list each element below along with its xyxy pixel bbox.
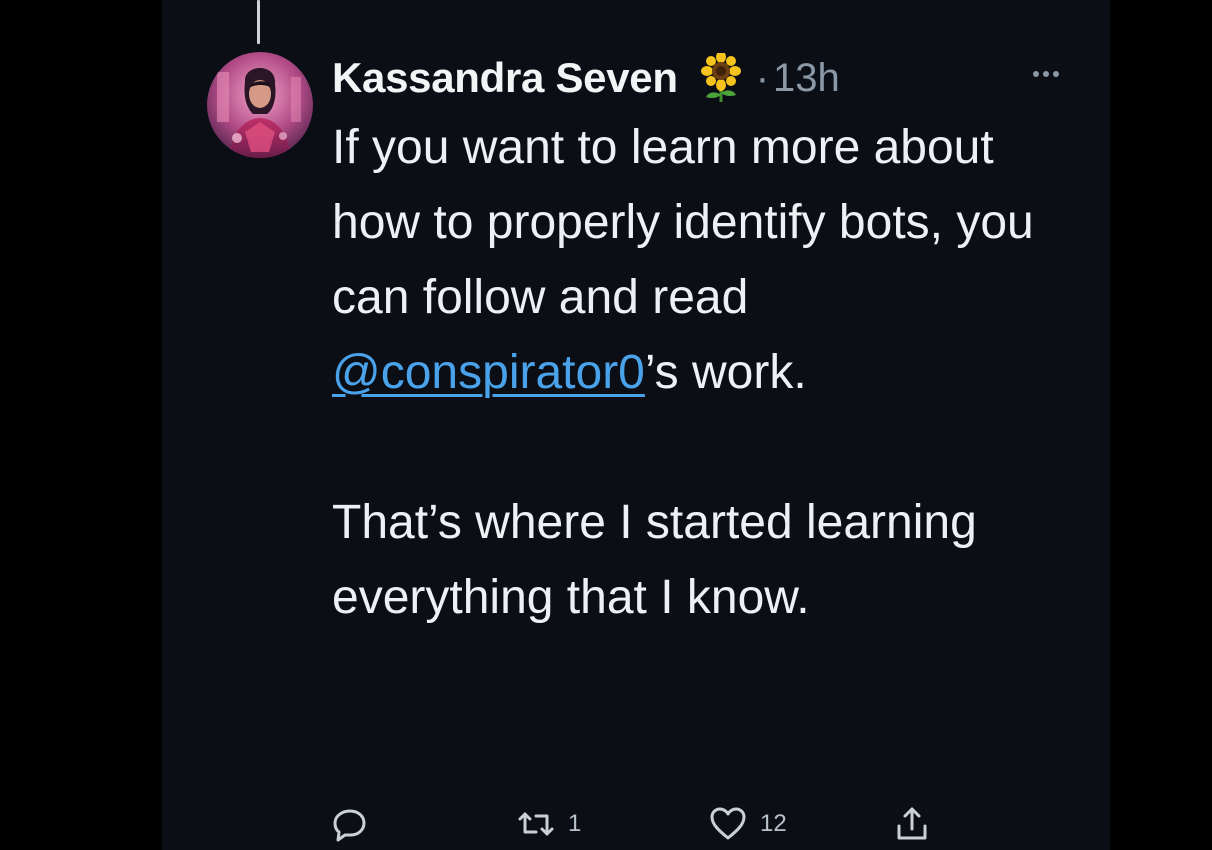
tweet-text-segment: ’s work. bbox=[644, 346, 807, 399]
retweet-count: 1 bbox=[568, 810, 582, 837]
reply-button[interactable] bbox=[330, 802, 370, 846]
retweet-icon bbox=[518, 812, 554, 836]
retweet-button[interactable]: 1 bbox=[516, 802, 581, 846]
ellipsis-icon bbox=[1033, 71, 1059, 77]
heart-icon bbox=[710, 807, 746, 840]
sunflower-icon bbox=[698, 53, 744, 103]
more-options-button[interactable] bbox=[1026, 62, 1066, 86]
like-button[interactable]: 12 bbox=[708, 802, 787, 846]
tweet-paragraph: If you want to learn more about how to p… bbox=[332, 110, 1072, 410]
avatar-image bbox=[207, 52, 313, 158]
tweet-text: If you want to learn more about how to p… bbox=[332, 110, 1072, 635]
tweet-header: Kassandra Seven · 13h bbox=[332, 50, 840, 106]
tweet-text-segment: If you want to learn more about how to p… bbox=[332, 121, 1034, 324]
avatar[interactable] bbox=[207, 52, 313, 158]
thread-connector-line bbox=[257, 0, 260, 44]
tweet-paragraph: That’s where I started learning everythi… bbox=[332, 496, 977, 624]
screen: Kassandra Seven · 13h If you want to lea… bbox=[0, 0, 1212, 850]
reply-icon bbox=[333, 809, 366, 842]
share-button[interactable] bbox=[892, 802, 932, 846]
timestamp[interactable]: 13h bbox=[773, 56, 840, 101]
like-count: 12 bbox=[760, 810, 787, 837]
share-icon bbox=[897, 807, 927, 840]
header-separator: · bbox=[755, 55, 770, 100]
author-name[interactable]: Kassandra Seven bbox=[332, 54, 678, 102]
mention-link[interactable]: @conspirator0 bbox=[332, 346, 645, 399]
